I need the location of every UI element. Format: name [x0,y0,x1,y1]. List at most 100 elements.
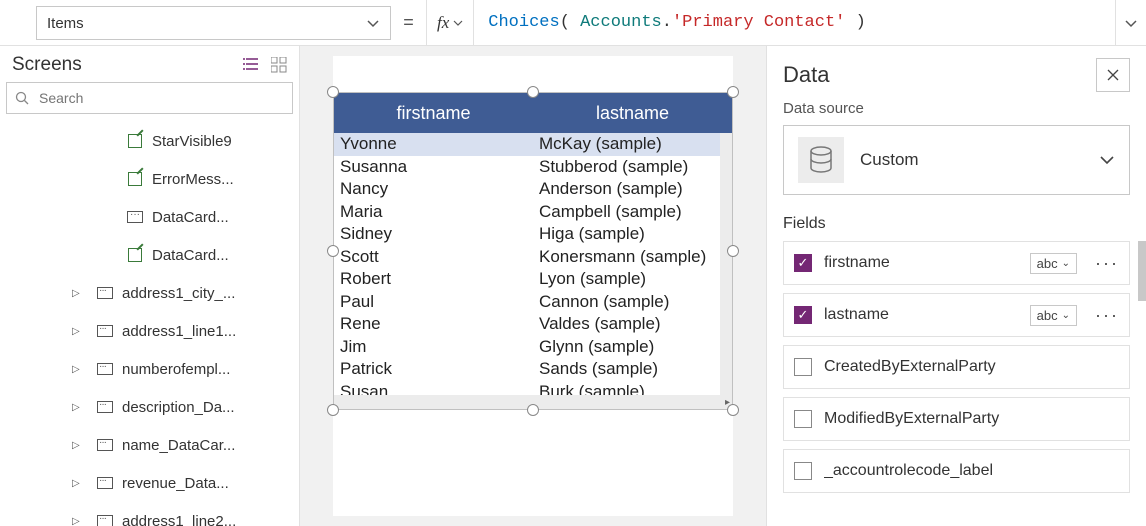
tree-item[interactable]: ▷address1_line1... [0,312,299,350]
resize-handle-n[interactable] [527,86,539,98]
field-row[interactable]: _accountrolecode_label [783,449,1130,493]
table-row[interactable]: RobertLyon (sample) [334,268,732,291]
table-row[interactable]: ReneValdes (sample) [334,313,732,336]
table-cell: Sidney [334,224,533,244]
field-checkbox[interactable] [794,462,812,480]
tree-item[interactable]: ErrorMess... [0,160,299,198]
card-icon [96,284,114,302]
field-checkbox[interactable] [794,358,812,376]
table-cell: Glynn (sample) [533,337,732,357]
tree-item[interactable]: DataCard... [0,236,299,274]
tree-item[interactable]: StarVisible9 [0,122,299,160]
field-name: firstname [824,254,1018,272]
field-row[interactable]: ✓ firstname abc⌄ ··· [783,241,1130,285]
table-cell: Robert [334,269,533,289]
tree-view: StarVisible9 ErrorMess... DataCard...DataC… [0,120,299,526]
field-checkbox[interactable]: ✓ [794,254,812,272]
grid-view-icon[interactable] [271,57,287,73]
resize-handle-ne[interactable] [727,86,739,98]
table-cell: Campbell (sample) [533,202,732,222]
tree-item[interactable]: ▷numberofempl... [0,350,299,388]
property-selector[interactable]: Items [36,6,391,40]
table-cell: Sands (sample) [533,359,732,379]
table-header: firstname lastname [334,93,732,133]
fields-scrollbar[interactable] [1136,241,1146,526]
close-icon [1106,68,1120,82]
caret-right-icon[interactable]: ▷ [72,402,80,413]
formula-token-string: 'Primary Contact' [672,13,845,32]
vertical-scrollbar[interactable] [720,133,732,395]
table-row[interactable]: MariaCampbell (sample) [334,201,732,224]
tree-item[interactable]: ▷address1_line2... [0,502,299,526]
field-type-selector[interactable]: abc⌄ [1030,305,1077,326]
tree-item-label: ErrorMess... [152,171,234,188]
fx-label: fx [437,13,449,33]
fx-button[interactable]: fx [427,0,474,45]
table-row[interactable]: SusannaStubberod (sample) [334,156,732,179]
tree-item[interactable]: ▷description_Da... [0,388,299,426]
caret-right-icon[interactable]: ▷ [72,288,80,299]
more-icon[interactable]: ··· [1089,305,1119,326]
formula-input[interactable]: Choices( Accounts.'Primary Contact' ) [474,0,1116,45]
field-name: lastname [824,306,1018,324]
field-row[interactable]: ModifiedByExternalParty [783,397,1130,441]
column-header-lastname[interactable]: lastname [533,93,732,133]
table-row[interactable]: PatrickSands (sample) [334,358,732,381]
fields-label: Fields [767,195,1146,241]
caret-right-icon[interactable]: ▷ [72,516,80,526]
table-cell: McKay (sample) [533,134,732,154]
formula-bar: Items = fx Choices( Accounts.'Primary Co… [0,0,1146,46]
field-checkbox[interactable] [794,410,812,428]
tree-item[interactable]: DataCard... [0,198,299,236]
screens-panel: Screens StarVisible9ErrorMess...DataCard… [0,46,300,526]
more-icon[interactable]: ··· [1089,253,1119,274]
table-cell: Rene [334,314,533,334]
field-type-selector[interactable]: abc⌄ [1030,253,1077,274]
caret-right-icon[interactable]: ▷ [72,364,80,375]
tree-item[interactable]: ▷address1_city_... [0,274,299,312]
list-view-icon[interactable] [243,57,261,73]
resize-handle-nw[interactable] [327,86,339,98]
edit-icon [126,246,144,264]
field-row[interactable]: ✓ lastname abc⌄ ··· [783,293,1130,337]
table-row[interactable]: NancyAnderson (sample) [334,178,732,201]
caret-right-icon[interactable]: ▷ [72,440,80,451]
resize-handle-se[interactable] [727,404,739,416]
formula-token-ident: Accounts [580,13,662,32]
card-icon [96,436,114,454]
column-header-firstname[interactable]: firstname [334,93,533,133]
datasource-name: Custom [860,150,1083,170]
resize-handle-e[interactable] [727,245,739,257]
close-button[interactable] [1096,58,1130,92]
table-row[interactable]: JimGlynn (sample) [334,336,732,359]
table-cell: Yvonne [334,134,533,154]
caret-right-icon[interactable]: ▷ [72,326,80,337]
data-table-control[interactable]: firstname lastname YvonneMcKay (sample)S… [333,92,733,410]
field-checkbox[interactable]: ✓ [794,306,812,324]
resize-handle-w[interactable] [327,245,339,257]
datasource-selector[interactable]: Custom [783,125,1130,195]
formula-expand-button[interactable] [1116,0,1146,45]
field-row[interactable]: CreatedByExternalParty [783,345,1130,389]
search-input[interactable] [37,89,284,107]
edit-icon [126,132,144,150]
table-row[interactable]: PaulCannon (sample) [334,291,732,314]
data-panel-title: Data [783,62,829,88]
tree-item[interactable]: ▷revenue_Data... [0,464,299,502]
resize-handle-s[interactable] [527,404,539,416]
fields-list: ✓ firstname abc⌄ ··· ✓ lastname abc⌄ ··· Created… [767,241,1146,526]
table-cell: Paul [334,292,533,312]
table-row[interactable]: SidneyHiga (sample) [334,223,732,246]
tree-item-label: StarVisible9 [152,133,232,150]
search-input-wrap[interactable] [6,82,293,114]
chevron-down-icon [1099,152,1115,168]
caret-right-icon[interactable]: ▷ [72,478,80,489]
canvas-area[interactable]: firstname lastname YvonneMcKay (sample)S… [300,46,766,526]
database-icon [798,137,844,183]
tree-item[interactable]: ▷name_DataCar... [0,426,299,464]
table-cell: Jim [334,337,533,357]
table-cell: Stubberod (sample) [533,157,732,177]
table-row[interactable]: YvonneMcKay (sample) [334,133,732,156]
resize-handle-sw[interactable] [327,404,339,416]
table-row[interactable]: ScottKonersmann (sample) [334,246,732,269]
